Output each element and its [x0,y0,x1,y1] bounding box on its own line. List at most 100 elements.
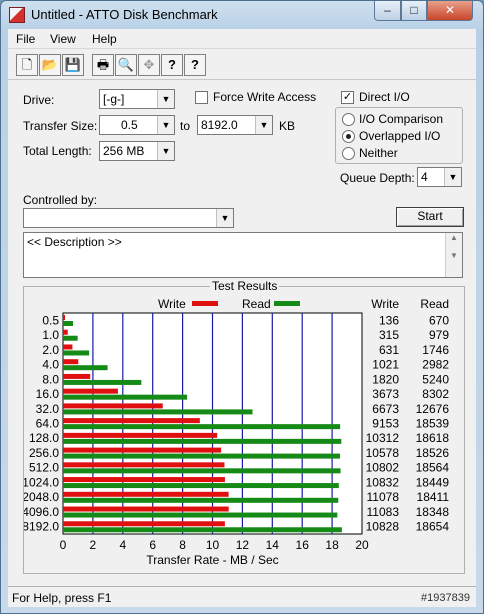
write-value: 315 [379,328,399,342]
write-value: 11078 [367,490,400,504]
status-text: For Help, press F1 [12,591,112,605]
drive-label: Drive: [23,93,55,107]
chevron-down-icon: ▼ [157,142,174,160]
y-tick-label: 64.0 [36,417,60,431]
open-icon[interactable]: 📂 [39,54,61,76]
write-bar [63,462,225,468]
read-bar [63,438,342,444]
y-tick-label: 256.0 [29,446,59,460]
read-bar [63,483,339,489]
write-value: 1021 [372,358,399,372]
drive-select[interactable]: [-g-] ▼ [99,89,175,109]
y-tick-label: 1.0 [42,328,59,342]
new-icon[interactable]: 🗋 [16,54,38,76]
total-length-label: Total Length: [23,144,92,158]
maximize-button[interactable]: □ [401,1,427,21]
read-bar [63,424,341,430]
write-bar [63,521,225,527]
read-bar [63,335,78,341]
y-tick-label: 32.0 [36,402,60,416]
read-value: 2982 [422,358,449,372]
x-tick-label: 6 [149,538,156,552]
controlled-by-select[interactable]: ▼ [23,208,234,228]
force-write-access-checkbox[interactable] [195,91,208,104]
window-title: Untitled - ATTO Disk Benchmark [31,7,218,22]
print-icon[interactable]: 🖶 [92,54,114,76]
x-axis-label: Transfer Rate - MB / Sec [146,553,278,567]
client-area: File View Help 🗋 📂 💾 🖶 🔍 ✥ ? ? Drive: [-… [8,29,476,607]
close-button[interactable]: ✕ [427,1,473,21]
write-bar [63,329,68,335]
transfer-size-from-select[interactable]: 0.5 ▼ [99,115,175,135]
y-tick-label: 4.0 [42,358,59,372]
kb-label: KB [279,119,296,133]
context-help-icon[interactable]: ? [184,54,206,76]
menu-file[interactable]: File [16,32,35,46]
minimize-button[interactable]: – [374,1,401,21]
read-value: 18526 [416,446,450,460]
read-bar [63,497,339,503]
to-label: to [180,119,191,133]
io-comparison-radio[interactable] [342,113,355,126]
read-bar [63,379,142,385]
read-value: 8302 [422,387,449,401]
read-bar [63,321,74,326]
write-value: 10578 [366,446,400,460]
read-value: 18564 [416,461,450,475]
app-window: Untitled - ATTO Disk Benchmark – □ ✕ Fil… [0,0,484,614]
toolbar: 🗋 📂 💾 🖶 🔍 ✥ ? ? [8,50,476,80]
transfer-to-value: 8192.0 [201,118,238,132]
overlapped-io-label: Overlapped I/O [359,129,441,143]
start-button[interactable]: Start [396,207,464,227]
description-box[interactable]: << Description >> ▲ ▼ [23,232,463,278]
transfer-size-to-select[interactable]: 8192.0 ▼ [197,115,273,135]
y-tick-label: 16.0 [36,387,60,401]
x-tick-label: 18 [325,538,339,552]
x-tick-label: 16 [296,538,310,552]
title-bar[interactable]: Untitled - ATTO Disk Benchmark – □ ✕ [1,1,483,29]
x-tick-label: 4 [119,538,126,552]
read-value: 18449 [416,475,450,489]
menu-view[interactable]: View [50,32,76,46]
write-value: 10802 [366,461,400,475]
menu-help[interactable]: Help [92,32,117,46]
neither-radio[interactable] [342,147,355,160]
read-value: 12676 [416,402,450,416]
write-value: 10832 [366,475,400,489]
queue-depth-select[interactable]: 4 ▼ [417,167,462,187]
chevron-down-icon: ▼ [157,116,174,134]
y-tick-label: 1024.0 [24,475,59,489]
chevron-down-icon: ▼ [157,90,174,108]
print-preview-icon[interactable]: 🔍 [115,54,137,76]
y-tick-label: 2048.0 [24,490,59,504]
write-bar [63,359,79,365]
x-tick-label: 8 [179,538,186,552]
read-bar [63,394,188,400]
write-bar [63,477,225,483]
write-bar [63,373,91,379]
write-bar [63,388,118,394]
write-bar [63,447,222,453]
y-tick-label: 4096.0 [24,505,59,519]
read-value: 5240 [422,372,449,386]
transfer-size-label: Transfer Size: [23,119,98,133]
save-icon[interactable]: 💾 [62,54,84,76]
total-length-select[interactable]: 256 MB ▼ [99,141,175,161]
move-icon[interactable]: ✥ [138,54,160,76]
transfer-from-value: 0.5 [121,118,138,132]
read-value: 18411 [417,490,450,504]
description-scrollbar[interactable]: ▲ ▼ [445,233,462,277]
queue-depth-value: 4 [421,170,428,184]
direct-io-label: Direct I/O [359,90,410,104]
watermark-text: #1937839 [421,592,470,604]
controlled-by-label: Controlled by: [23,193,98,207]
help-icon[interactable]: ? [161,54,183,76]
read-bar [63,453,340,459]
x-tick-label: 14 [266,538,280,552]
x-tick-label: 0 [60,538,67,552]
write-value: 10828 [366,520,400,534]
direct-io-checkbox[interactable]: ✓ [341,91,354,104]
y-tick-label: 0.5 [42,313,59,327]
y-tick-label: 8.0 [42,372,59,386]
overlapped-io-radio[interactable] [342,130,355,143]
